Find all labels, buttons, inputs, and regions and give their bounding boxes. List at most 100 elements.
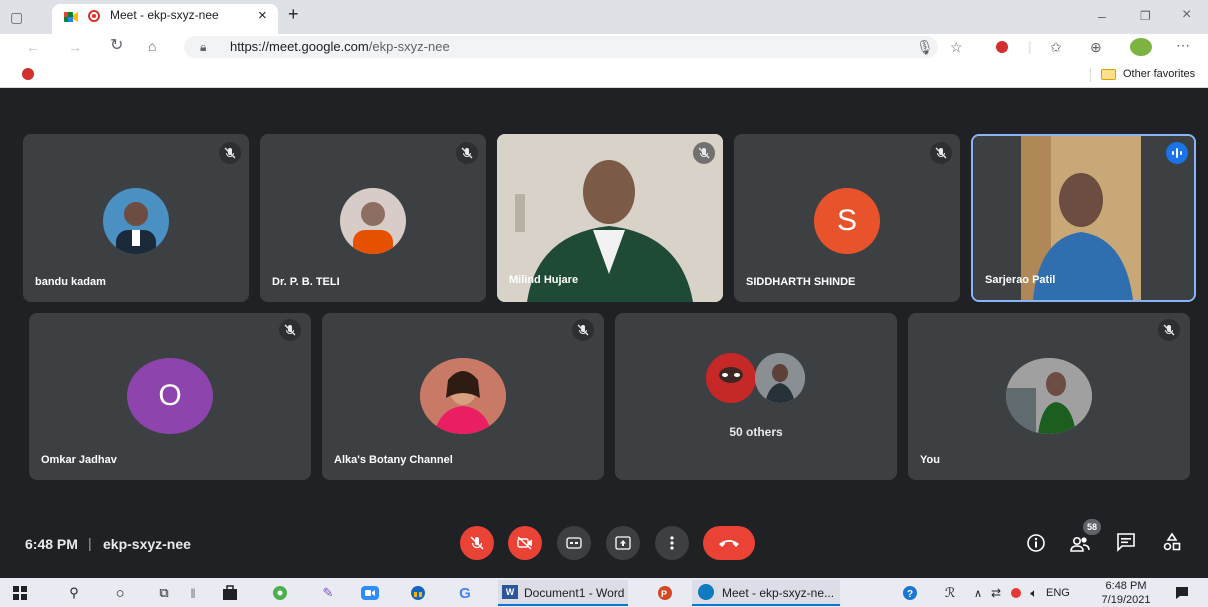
mic-off-icon <box>693 142 715 164</box>
chat-button[interactable] <box>1116 532 1136 552</box>
powerpoint-icon[interactable]: P <box>655 583 675 603</box>
cd-app-icon[interactable] <box>270 583 290 603</box>
volume-icon[interactable]: 🔈︎ <box>1024 583 1044 603</box>
participant-tile[interactable]: bandu kadam <box>23 134 249 302</box>
url-path: /ekp-sxyz-nee <box>368 39 450 54</box>
mic-off-icon <box>219 142 241 164</box>
avatar <box>755 353 805 403</box>
restore-icon[interactable]: ❐ <box>1140 8 1151 24</box>
back-icon[interactable]: ← <box>26 39 40 55</box>
self-tile[interactable]: You <box>908 313 1190 480</box>
avatar: O <box>127 358 213 434</box>
activities-button[interactable] <box>1162 532 1182 552</box>
avatar <box>706 353 756 403</box>
clock-time[interactable]: 6:48 PM <box>1101 580 1151 592</box>
svg-text:P: P <box>661 589 667 599</box>
taskbar-app-word[interactable]: W Document1 - Word <box>498 580 628 606</box>
notifications-icon[interactable] <box>1172 583 1192 603</box>
new-tab-icon[interactable]: + <box>288 5 299 23</box>
reload-icon[interactable]: ↻ <box>110 38 123 54</box>
avatar <box>103 188 169 254</box>
recording-indicator-icon <box>88 10 100 22</box>
more-options-button[interactable] <box>655 526 689 560</box>
store-icon[interactable] <box>220 583 240 603</box>
extension-icon[interactable] <box>996 41 1008 53</box>
google-icon[interactable]: G <box>455 583 475 603</box>
edge-icon <box>698 584 714 600</box>
participant-tile[interactable]: O Omkar Jadhav <box>29 313 311 480</box>
participant-tile[interactable]: Dr. P. B. TELI <box>260 134 486 302</box>
taskbar-divider: ‖ <box>190 585 196 601</box>
home-icon[interactable]: ⌂ <box>148 38 156 54</box>
present-screen-button[interactable] <box>606 526 640 560</box>
participants-button[interactable] <box>1068 532 1092 554</box>
participant-name: You <box>920 454 940 466</box>
others-tile[interactable]: 50 others <box>615 313 897 480</box>
meeting-time: 6:48 PM <box>25 536 78 552</box>
favorites-divider <box>1090 68 1091 82</box>
word-icon: W <box>502 585 518 599</box>
clock-date[interactable]: 7/19/2021 <box>1099 594 1153 606</box>
participant-name: bandu kadam <box>35 276 106 288</box>
participant-tile[interactable]: S SIDDHARTH SHINDE <box>734 134 960 302</box>
people-tray-icon[interactable]: ℛ <box>940 583 960 603</box>
tab-title: Meet - ekp-sxyz-nee <box>110 8 219 22</box>
activities-icon <box>1163 532 1181 551</box>
minimize-icon[interactable]: – <box>1098 8 1106 24</box>
participant-name: SIDDHARTH SHINDE <box>746 276 856 288</box>
paint-app-icon[interactable]: ✎ <box>318 583 338 603</box>
help-icon[interactable]: ? <box>900 583 920 603</box>
participant-tile[interactable]: Alka's Botany Channel <box>322 313 604 480</box>
taskbar-app-label: Document1 - Word <box>524 586 625 600</box>
input-language[interactable]: ENG <box>1046 587 1070 599</box>
participant-video-tile[interactable]: Sarjerao Patil <box>971 134 1196 302</box>
favorites-icon[interactable]: ✩ <box>1050 39 1062 55</box>
captions-icon <box>566 537 582 549</box>
info-icon <box>1027 534 1045 552</box>
avatar <box>1006 358 1092 434</box>
profile-avatar[interactable] <box>1130 38 1152 56</box>
headset-app-icon[interactable] <box>408 583 428 603</box>
speaking-indicator-icon <box>1166 142 1188 164</box>
start-icon[interactable] <box>10 583 30 603</box>
close-tab-icon[interactable]: × <box>258 8 267 24</box>
avatar <box>420 358 506 434</box>
tab-actions-icon[interactable]: ▢ <box>10 9 23 25</box>
forward-icon[interactable]: → <box>68 39 82 55</box>
captions-button[interactable] <box>557 526 591 560</box>
mic-toggle-button[interactable] <box>460 526 494 560</box>
people-icon <box>1070 537 1090 552</box>
taskbar-app-edge[interactable]: Meet - ekp-sxyz-ne... <box>692 580 840 606</box>
network-icon[interactable]: ⇄ <box>986 583 1006 603</box>
add-favorite-icon[interactable]: ☆ <box>950 39 963 55</box>
collections-icon[interactable]: ⊕ <box>1090 39 1102 55</box>
leave-call-button[interactable] <box>703 526 755 560</box>
task-view-icon[interactable]: ⧉ <box>154 583 174 603</box>
show-hidden-icons[interactable]: ∧ <box>968 583 988 603</box>
cortana-icon[interactable]: ○ <box>110 583 130 603</box>
more-menu-icon[interactable]: ⋯ <box>1176 37 1190 53</box>
mic-off-icon <box>279 319 301 341</box>
tray-app-icon[interactable] <box>1006 583 1026 603</box>
meeting-details-button[interactable] <box>1026 533 1046 553</box>
search-icon[interactable]: ⚲ <box>64 583 84 603</box>
url-host: https://meet.google.com <box>230 39 369 54</box>
participant-name: Sarjerao Patil <box>985 274 1056 286</box>
mic-off-icon <box>456 142 478 164</box>
participant-name: Omkar Jadhav <box>41 454 117 466</box>
camera-toggle-button[interactable] <box>508 526 542 560</box>
toolbar-divider: | <box>1028 38 1032 54</box>
participant-name: Alka's Botany Channel <box>334 454 453 466</box>
lock-icon[interactable]: 🔒︎ <box>200 39 206 55</box>
url-text[interactable]: https://meet.google.com/ekp-sxyz-nee <box>230 39 450 54</box>
zoom-app-icon[interactable] <box>360 583 380 603</box>
mic-off-icon <box>470 536 484 550</box>
folder-icon <box>1101 69 1116 80</box>
favorite-site-icon[interactable] <box>22 68 34 80</box>
meeting-code: ekp-sxyz-nee <box>103 536 191 552</box>
window-close-icon[interactable]: × <box>1182 7 1191 23</box>
meet-favicon-icon <box>64 10 78 22</box>
participant-video-tile[interactable]: Milind Hujare <box>497 134 723 302</box>
mic-permission-icon[interactable]: 🎙︎ <box>916 39 934 55</box>
other-favorites-link[interactable]: Other favorites <box>1123 68 1195 80</box>
